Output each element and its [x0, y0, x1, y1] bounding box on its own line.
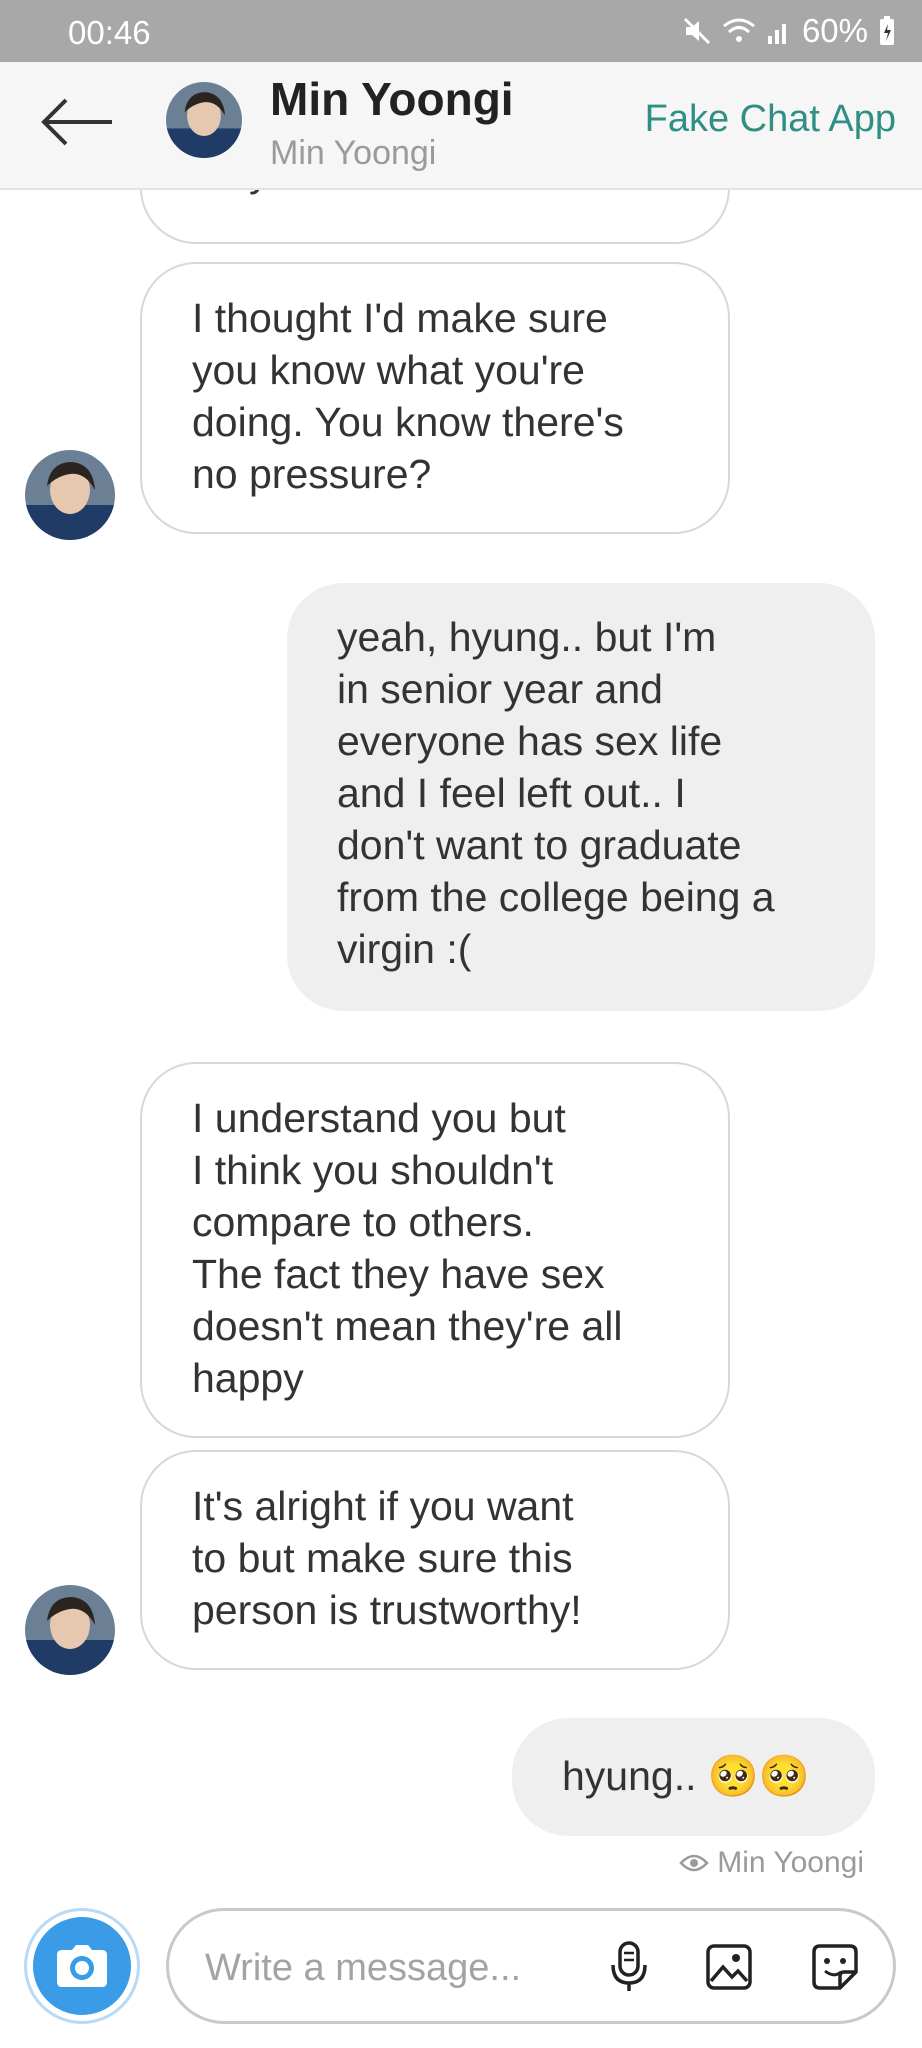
chat-header: Min Yoongi Min Yoongi Fake Chat App: [0, 62, 922, 190]
message-bubble-incoming: I thought I'd make sure you know what yo…: [140, 262, 730, 534]
message-composer: [0, 1900, 922, 2048]
message-bubble-outgoing: yeah, hyung.. but I'm in senior year and…: [287, 583, 875, 1011]
message-bubble-outgoing: hyung.. 🥺🥺: [512, 1718, 875, 1836]
status-icons: 60%: [682, 12, 896, 50]
message-bubble-incoming: It's alright if you want to but make sur…: [140, 1450, 730, 1670]
wifi-icon: [722, 16, 756, 46]
image-icon[interactable]: [699, 1937, 759, 1997]
battery-text: 60%: [801, 12, 868, 49]
brand-link[interactable]: Fake Chat App: [645, 98, 896, 141]
eye-icon: [679, 1854, 709, 1872]
contact-avatar[interactable]: [166, 82, 242, 158]
contact-name: Min Yoongi: [270, 73, 514, 125]
contact-avatar-small[interactable]: [25, 1585, 115, 1675]
battery-icon: [878, 15, 896, 47]
contact-avatar-small[interactable]: [25, 450, 115, 540]
sticker-icon[interactable]: [805, 1937, 865, 1997]
back-arrow-icon: [41, 98, 112, 146]
microphone-icon[interactable]: [599, 1937, 659, 1997]
camera-button[interactable]: [24, 1908, 140, 2024]
mute-icon: [682, 16, 712, 46]
back-button[interactable]: [38, 90, 116, 154]
seen-indicator: Min Yoongi: [679, 1846, 864, 1880]
camera-icon: [33, 1917, 131, 2015]
message-input[interactable]: [203, 1941, 567, 1995]
status-bar: 00:46 60%: [0, 0, 922, 62]
contact-subtitle: Min Yoongi: [270, 134, 437, 172]
message-input-container[interactable]: [166, 1908, 896, 2024]
status-time: 00:46: [68, 14, 151, 51]
seen-by-label: Min Yoongi: [717, 1846, 864, 1879]
message-bubble-incoming: I understand you but I think you shouldn…: [140, 1062, 730, 1438]
message-bubble-incoming: they liked that tweet: [140, 190, 730, 244]
message-list: they liked that tweet I thought I'd make…: [0, 190, 922, 1900]
signal-icon: [766, 16, 792, 46]
